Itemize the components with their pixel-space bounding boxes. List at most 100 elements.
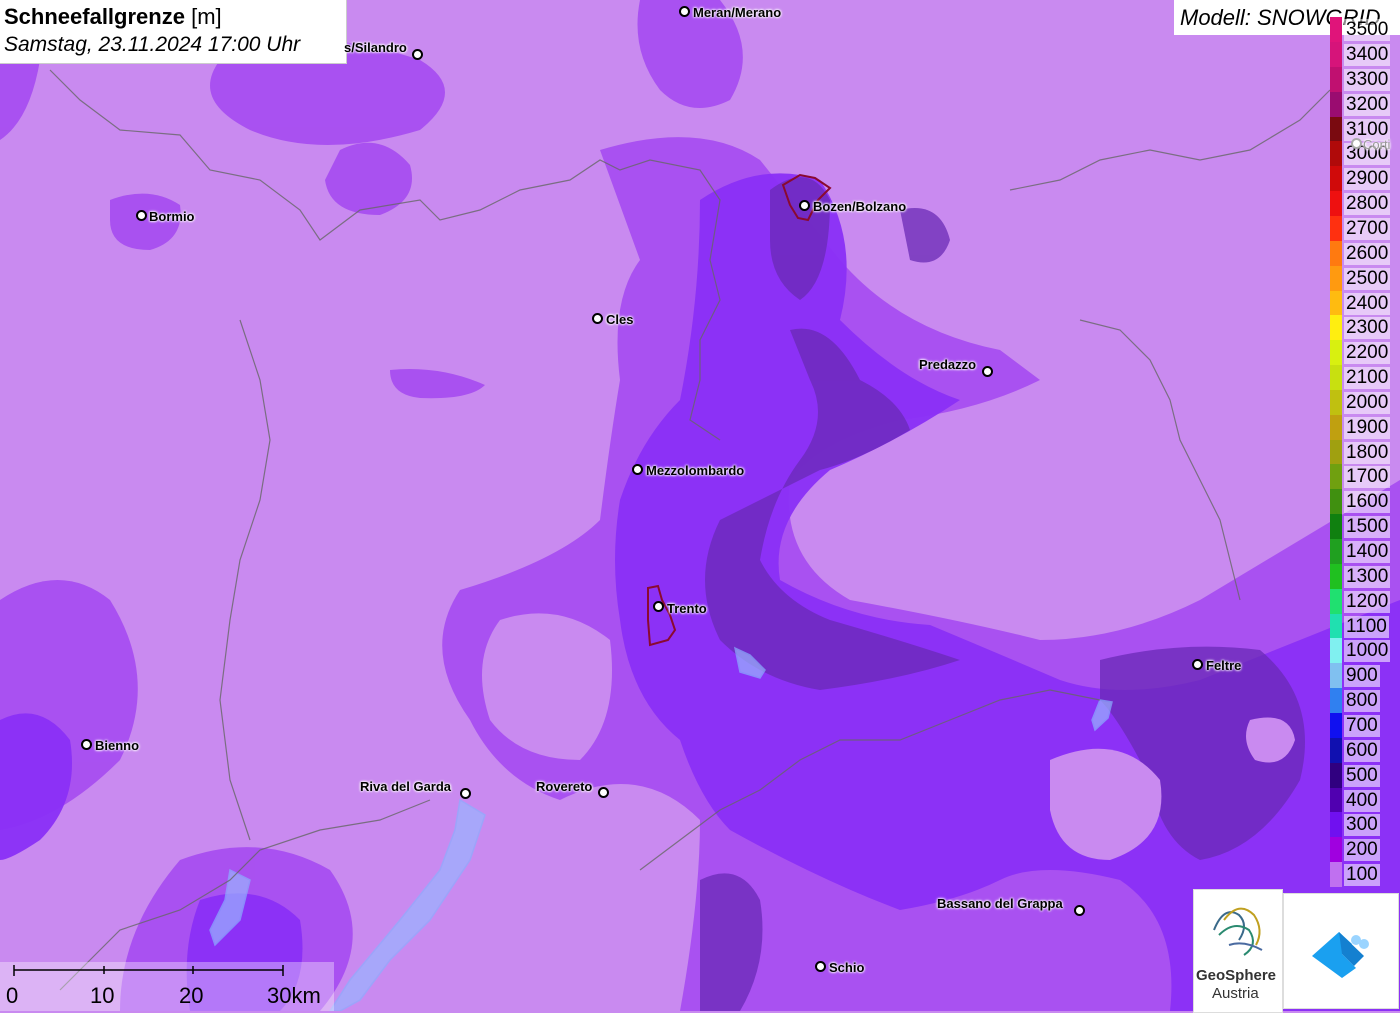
map-title: Schneefallgrenze [m] [4, 4, 222, 29]
legend-swatch [1330, 191, 1342, 217]
legend-label: 2100 [1344, 367, 1391, 390]
legend-swatch [1330, 42, 1342, 67]
legend-label: 1400 [1344, 541, 1391, 563]
legend-label: 900 [1344, 665, 1380, 688]
city-dot-icon [598, 787, 609, 798]
city-label: Mezzolombardo [646, 463, 745, 478]
geosphere-logo-icon [1213, 907, 1263, 956]
scale-label-30km: 30km [267, 983, 321, 1008]
city-label: Bassano del Grappa [937, 896, 1063, 911]
legend-label: 700 [1344, 714, 1380, 737]
city-label: Rovereto [536, 779, 593, 794]
city-dot-icon [412, 49, 423, 60]
legend-swatch [1330, 290, 1342, 316]
scale-bar: 0 10 20 30km [0, 962, 334, 1011]
city-label: Bormio [149, 209, 195, 224]
legend-swatch [1330, 812, 1342, 838]
legend-swatch [1330, 66, 1342, 92]
city-dot-icon [1074, 905, 1085, 916]
city-dot-icon [81, 739, 92, 750]
legend-swatch [1330, 712, 1342, 738]
legend-label: 1900 [1344, 416, 1391, 439]
city-label: Meran/Merano [693, 5, 782, 20]
legend-row: 2400 [1328, 290, 1400, 316]
legend-label: 1500 [1344, 516, 1391, 539]
map-title-box: Schneefallgrenze [m] Samstag, 23.11.2024… [0, 0, 347, 64]
partner-logo[interactable] [1283, 893, 1399, 1009]
legend-row: 900 [1328, 663, 1400, 689]
legend-swatch [1330, 737, 1342, 763]
city-label: s/Silandro [344, 40, 407, 55]
legend-swatch [1330, 464, 1342, 490]
snowfall-line-map[interactable] [0, 0, 1400, 1011]
legend-label: 3200 [1344, 93, 1391, 116]
legend-label: 3400 [1344, 44, 1391, 66]
legend-row: 1100 [1328, 613, 1400, 639]
legend-swatch [1330, 141, 1342, 167]
legend-swatch [1330, 17, 1342, 42]
geosphere-name: GeoSphere [1196, 967, 1277, 984]
city-dot-icon [632, 464, 643, 475]
legend-label: 3500 [1344, 19, 1391, 41]
legend-row: 1200 [1328, 588, 1400, 614]
legend-label: 400 [1344, 789, 1380, 812]
legend-label: 300 [1344, 814, 1380, 837]
legend-swatch [1330, 489, 1342, 515]
legend-row: 600 [1328, 737, 1400, 763]
city-dot-icon [982, 366, 993, 377]
legend-swatch [1330, 588, 1342, 614]
legend-row: 100 [1328, 862, 1400, 888]
city-label: Riva del Garda [360, 779, 452, 794]
legend-swatch [1330, 663, 1342, 689]
legend-label: 1700 [1344, 466, 1391, 489]
scale-label-20: 20 [179, 983, 204, 1008]
legend-row: 2500 [1328, 265, 1400, 291]
legend-row: 2800 [1328, 191, 1400, 217]
scale-label-0: 0 [6, 983, 19, 1008]
legend-row: 1600 [1328, 489, 1400, 515]
city-label: Predazzo [919, 357, 977, 372]
color-legend: 3500 3400 3300 3200 3100 3000 2900 2800 2700 260… [1328, 17, 1400, 890]
legend-swatch [1330, 91, 1342, 117]
geosphere-country: Austria [1212, 985, 1259, 1002]
city-dot-icon [592, 313, 603, 324]
map-datetime: Samstag, 23.11.2024 17:00 Uhr [4, 33, 301, 56]
legend-row: 500 [1328, 762, 1400, 788]
legend-swatch [1330, 240, 1342, 266]
legend-label: 1300 [1344, 565, 1391, 588]
city-label: Corti [1363, 137, 1391, 152]
legend-row: 1300 [1328, 563, 1400, 589]
legend-row: 2600 [1328, 240, 1400, 266]
legend-row: 200 [1328, 837, 1400, 863]
legend-label: 2500 [1344, 267, 1391, 290]
legend-swatch [1330, 265, 1342, 291]
legend-label: 500 [1344, 764, 1380, 787]
city-dot-icon [136, 210, 147, 221]
legend-label: 2800 [1344, 193, 1391, 216]
legend-label: 2000 [1344, 391, 1391, 414]
legend-label: 1200 [1344, 590, 1391, 613]
city-label: Feltre [1206, 658, 1242, 673]
city-label: Schio [829, 960, 865, 975]
city-dot-icon [799, 200, 810, 211]
legend-row: 1700 [1328, 464, 1400, 490]
city-dot-icon [815, 961, 826, 972]
legend-label: 100 [1344, 864, 1380, 887]
legend-label: 2200 [1344, 342, 1391, 365]
legend-row: 1500 [1328, 514, 1400, 540]
legend-row: 2200 [1328, 340, 1400, 366]
legend-row: 3400 [1328, 42, 1400, 67]
legend-swatch [1330, 414, 1342, 440]
blue-cloud-arrow-icon [1312, 932, 1369, 978]
legend-swatch [1330, 563, 1342, 589]
legend-swatch [1330, 787, 1342, 813]
city-dot-icon [653, 601, 664, 612]
legend-row: 800 [1328, 688, 1400, 714]
legend-row: 3300 [1328, 66, 1400, 92]
legend-swatch [1330, 514, 1342, 540]
geosphere-logo[interactable]: GeoSphere Austria [1193, 889, 1283, 1013]
legend-row: 1900 [1328, 414, 1400, 440]
legend-row: 3200 [1328, 91, 1400, 117]
legend-swatch [1330, 688, 1342, 714]
legend-label: 800 [1344, 690, 1380, 713]
